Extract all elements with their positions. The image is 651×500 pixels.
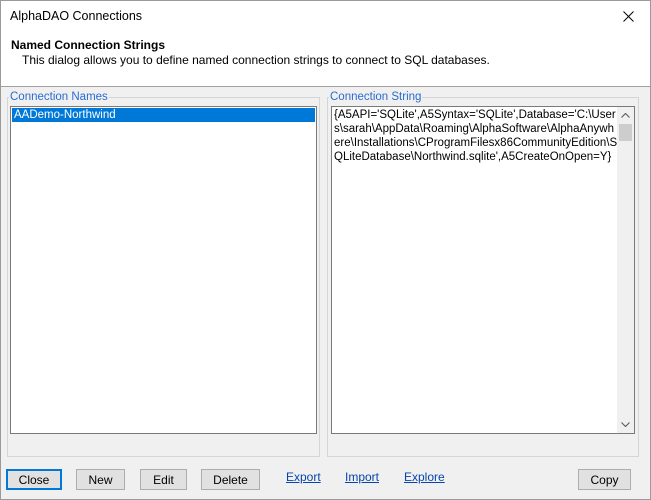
dialog-window: AlphaDAO Connections Named Connection St… bbox=[0, 0, 651, 500]
connection-names-list[interactable]: AADemo-Northwind bbox=[10, 106, 317, 434]
scroll-up-button[interactable] bbox=[617, 107, 634, 124]
list-item[interactable]: AADemo-Northwind bbox=[12, 108, 315, 122]
connection-names-group: Connection Names AADemo-Northwind bbox=[7, 91, 320, 457]
edit-button[interactable]: Edit bbox=[140, 469, 187, 490]
header-description: This dialog allows you to define named c… bbox=[22, 53, 490, 67]
scroll-down-button[interactable] bbox=[617, 416, 634, 433]
window-title: AlphaDAO Connections bbox=[10, 9, 143, 23]
export-link[interactable]: Export bbox=[286, 470, 321, 484]
connection-names-label: Connection Names bbox=[9, 91, 109, 104]
vertical-scrollbar[interactable] bbox=[617, 107, 634, 433]
scroll-thumb[interactable] bbox=[619, 124, 632, 141]
dialog-header: Named Connection Strings This dialog all… bbox=[1, 31, 650, 87]
import-link[interactable]: Import bbox=[345, 470, 379, 484]
connection-string-text[interactable]: {A5API='SQLite',A5Syntax='SQLite',Databa… bbox=[334, 108, 618, 164]
chevron-up-icon bbox=[621, 113, 630, 118]
delete-button[interactable]: Delete bbox=[201, 469, 260, 490]
copy-button[interactable]: Copy bbox=[578, 469, 631, 490]
new-button[interactable]: New bbox=[76, 469, 125, 490]
connection-string-textbox[interactable]: {A5API='SQLite',A5Syntax='SQLite',Databa… bbox=[331, 106, 635, 434]
explore-link[interactable]: Explore bbox=[404, 470, 445, 484]
connection-string-label: Connection String bbox=[329, 91, 423, 104]
header-title: Named Connection Strings bbox=[11, 38, 166, 52]
connection-string-group: Connection String {A5API='SQLite',A5Synt… bbox=[327, 91, 639, 457]
close-icon bbox=[622, 10, 634, 22]
close-button[interactable]: Close bbox=[6, 469, 62, 490]
title-bar[interactable]: AlphaDAO Connections bbox=[1, 1, 650, 31]
chevron-down-icon bbox=[621, 422, 630, 427]
window-close-button[interactable] bbox=[606, 1, 650, 31]
